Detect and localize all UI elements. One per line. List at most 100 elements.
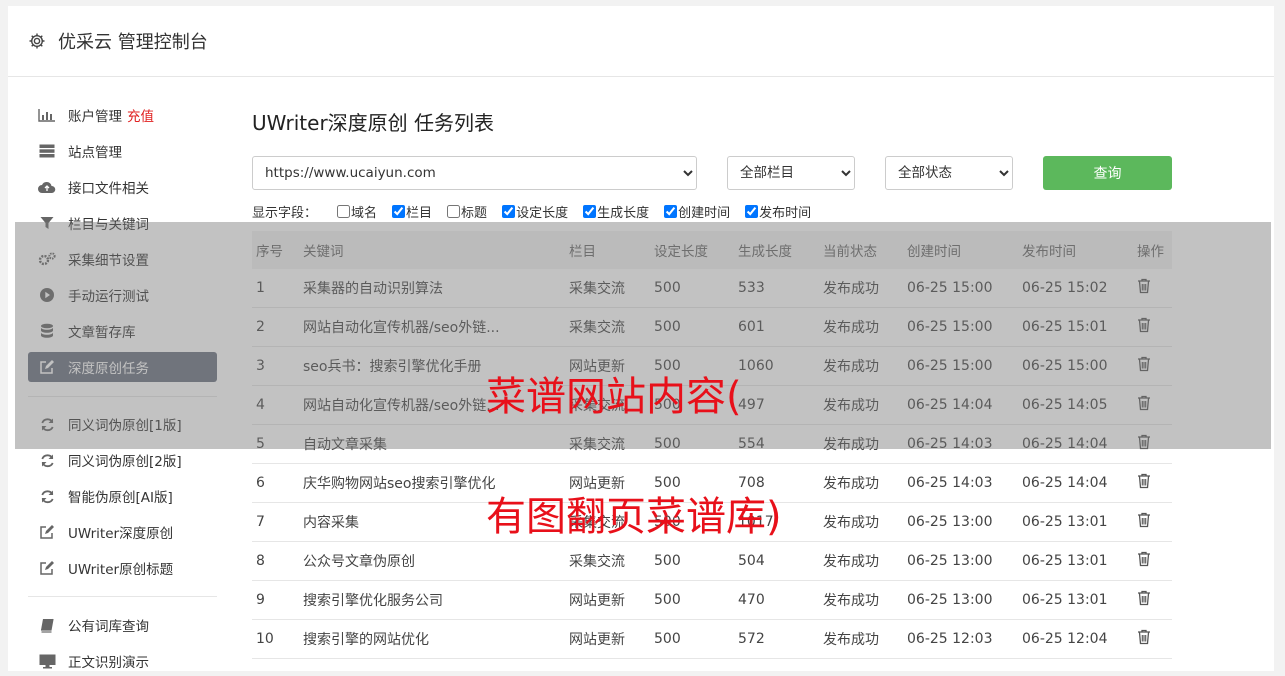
cell-status: 发布成功: [819, 502, 903, 542]
sidebar-item-sites[interactable]: 站点管理: [28, 136, 217, 166]
server-icon: [38, 142, 56, 160]
sidebar-item-label: 智能伪原创[AI版]: [68, 490, 173, 506]
sidebar-item-api-files[interactable]: 接口文件相关: [28, 172, 217, 202]
edit-icon: [38, 559, 56, 577]
cell-create-time: 06-25 14:03: [903, 463, 1018, 503]
cell-status: 发布成功: [819, 463, 903, 503]
sidebar-item-label: 公有词库查询: [68, 619, 149, 635]
field-column-checkbox[interactable]: [392, 204, 406, 218]
trash-icon[interactable]: [1137, 629, 1151, 645]
gear-icon: [28, 32, 46, 50]
cell-create-time: 06-25 13:00: [903, 502, 1018, 542]
cell-keyword: 公众号文章伪原创: [299, 541, 565, 581]
cell-publish-time: 06-25 14:04: [1018, 463, 1133, 503]
cell-actions: [1133, 463, 1172, 503]
site-select[interactable]: https://www.ucaiyun.com: [252, 156, 697, 190]
cell-gen-length: 470: [734, 580, 819, 620]
field-gen-length[interactable]: 生成长度: [583, 202, 649, 221]
display-fields: 显示字段： 域名 栏目 标题 设定长度 生成长度 创建时间 发布时间: [252, 201, 826, 221]
cell-gen-length: 504: [734, 541, 819, 581]
field-gen-length-checkbox[interactable]: [583, 204, 597, 218]
monitor-icon: [38, 652, 56, 670]
watermark-line-2: 有图翻页菜谱库): [486, 494, 782, 540]
field-create-time-checkbox[interactable]: [664, 204, 678, 218]
field-publish-time-checkbox[interactable]: [745, 204, 759, 218]
cell-create-time: 06-25 12:03: [903, 619, 1018, 659]
cell-index: 6: [252, 463, 299, 503]
cell-set-length: 500: [650, 580, 734, 620]
cell-gen-length: 572: [734, 619, 819, 659]
field-set-length-checkbox[interactable]: [502, 204, 516, 218]
query-button[interactable]: 查询: [1043, 156, 1172, 190]
cell-index: 8: [252, 541, 299, 581]
field-label: 创建时间: [678, 205, 731, 221]
cell-index: 7: [252, 502, 299, 542]
field-domain-checkbox[interactable]: [337, 204, 351, 218]
cell-publish-time: 06-25 13:01: [1018, 502, 1133, 542]
trash-icon[interactable]: [1137, 590, 1151, 606]
trash-icon[interactable]: [1137, 473, 1151, 489]
cell-keyword: 搜索引擎的网站优化: [299, 619, 565, 659]
status-select[interactable]: 全部状态: [885, 156, 1013, 190]
app-header: 优采云 管理控制台: [8, 6, 1274, 77]
sidebar-item-label: 账户管理: [68, 109, 122, 125]
table-row: 8 公众号文章伪原创 采集交流 500 504 发布成功 06-25 13:00 06-25 …: [252, 541, 1172, 581]
bar-chart-icon: [38, 106, 56, 124]
sidebar-item-label: 站点管理: [68, 145, 122, 161]
field-title-checkbox[interactable]: [447, 204, 461, 218]
display-fields-label: 显示字段：: [252, 205, 318, 221]
cell-set-length: 500: [650, 619, 734, 659]
recharge-link[interactable]: 充值: [127, 105, 154, 125]
cloud-upload-icon: [38, 178, 56, 196]
cell-actions: [1133, 580, 1172, 620]
trash-icon[interactable]: [1137, 551, 1151, 567]
cell-index: 10: [252, 619, 299, 659]
cell-status: 发布成功: [819, 619, 903, 659]
trash-icon[interactable]: [1137, 512, 1151, 528]
sidebar-item-label: UWriter原创标题: [68, 562, 174, 578]
cell-publish-time: 06-25 13:01: [1018, 541, 1133, 581]
cell-create-time: 06-25 13:00: [903, 541, 1018, 581]
cell-column: 网站更新: [565, 619, 650, 659]
sidebar-item-account[interactable]: 账户管理 充值: [28, 100, 217, 130]
cell-status: 发布成功: [819, 580, 903, 620]
sidebar-item-uwriter-deep[interactable]: UWriter深度原创: [28, 517, 217, 547]
cell-create-time: 06-25 13:00: [903, 580, 1018, 620]
field-title[interactable]: 标题: [447, 202, 487, 221]
cell-keyword: 搜索引擎优化服务公司: [299, 580, 565, 620]
cell-actions: [1133, 541, 1172, 581]
field-publish-time[interactable]: 发布时间: [745, 202, 811, 221]
sidebar-item-label: UWriter深度原创: [68, 526, 174, 542]
cell-set-length: 500: [650, 541, 734, 581]
edit-icon: [38, 523, 56, 541]
cell-column: 网站更新: [565, 580, 650, 620]
field-label: 域名: [351, 205, 378, 221]
field-label: 设定长度: [516, 205, 569, 221]
sidebar-item-uwriter-title[interactable]: UWriter原创标题: [28, 553, 217, 583]
cell-publish-time: 06-25 13:01: [1018, 580, 1133, 620]
cell-publish-time: 06-25 12:04: [1018, 619, 1133, 659]
sidebar-item-label: 正文识别演示: [68, 655, 149, 671]
sidebar-item-label: 接口文件相关: [68, 181, 149, 197]
sidebar-item-text-recognition[interactable]: 正文识别演示: [28, 646, 217, 676]
sidebar-item-ai-rewrite[interactable]: 智能伪原创[AI版]: [28, 481, 217, 511]
table-row: 9 搜索引擎优化服务公司 网站更新 500 470 发布成功 06-25 13:00 06-2…: [252, 580, 1172, 620]
column-select[interactable]: 全部栏目: [727, 156, 855, 190]
refresh-icon: [38, 487, 56, 505]
cell-status: 发布成功: [819, 541, 903, 581]
sidebar-item-synonym-v2[interactable]: 同义词伪原创[2版]: [28, 445, 217, 475]
sidebar-item-public-lexicon[interactable]: 公有词库查询: [28, 610, 217, 640]
table-row: 10 搜索引擎的网站优化 网站更新 500 572 发布成功 06-25 12:03 06-2…: [252, 619, 1172, 659]
field-set-length[interactable]: 设定长度: [502, 202, 568, 221]
field-column[interactable]: 栏目: [392, 202, 432, 221]
watermark-line-1: 菜谱网站内容(: [486, 374, 742, 420]
field-create-time[interactable]: 创建时间: [664, 202, 730, 221]
sidebar-divider: [28, 596, 217, 597]
sidebar-item-label: 同义词伪原创[2版]: [68, 454, 182, 470]
book-icon: [38, 616, 56, 634]
refresh-icon: [38, 451, 56, 469]
page-title: UWriter深度原创 任务列表: [252, 111, 495, 135]
field-domain[interactable]: 域名: [337, 202, 377, 221]
field-label: 发布时间: [759, 205, 812, 221]
cell-actions: [1133, 619, 1172, 659]
